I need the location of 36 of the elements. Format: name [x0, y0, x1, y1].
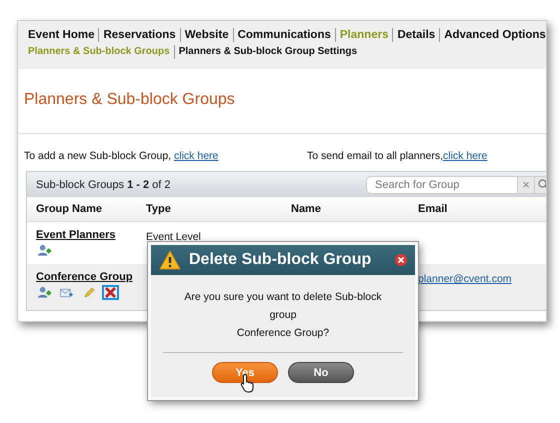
dialog-title: Delete Sub-block Group [189, 251, 372, 269]
nav-link[interactable]: Event Home [28, 28, 98, 42]
instruction-text: To add a new Sub-block Group, click here [24, 150, 220, 162]
column-header: Type [146, 203, 172, 215]
warning-icon [159, 250, 181, 270]
add-user-icon [38, 286, 51, 299]
nav-link[interactable]: Communications [232, 28, 335, 42]
pencil-icon [82, 286, 94, 298]
results-summary: Sub-block Groups 1 - 2 of 2 [36, 178, 171, 190]
click-here-link[interactable]: click here [174, 150, 218, 162]
nav-link[interactable]: Reservations [98, 28, 180, 42]
delete-icon [105, 287, 116, 298]
nav-link[interactable]: Website [180, 28, 233, 42]
click-here-link[interactable]: click here [443, 150, 488, 162]
email-link[interactable]: planner@cvent.com [418, 273, 512, 285]
column-header: Name [291, 203, 322, 215]
column-header: Email [418, 203, 448, 215]
nav-link[interactable]: Advanced Options [439, 28, 546, 42]
search-field[interactable]: Search for Group [366, 176, 518, 194]
subnav-link[interactable]: Planners & Sub-block Group Settings [174, 45, 362, 59]
close-icon[interactable] [395, 254, 407, 266]
group-name-link[interactable]: Event Planners [36, 229, 146, 241]
instruction-text: To send email to all planners,click here [307, 150, 488, 162]
page-title: Planners & Sub-block Groups [24, 91, 236, 109]
action-button[interactable] [36, 243, 53, 258]
dialog-message: Are you sure you want to delete Sub-block group [183, 290, 383, 323]
action-button[interactable] [102, 285, 119, 300]
add-user-icon [38, 244, 51, 257]
action-button[interactable] [36, 285, 53, 300]
dialog-message: Conference Group? [236, 326, 330, 341]
type-cell-text: Event Level [146, 230, 202, 243]
column-header: Group Name [36, 203, 104, 215]
nav-link[interactable]: Details [392, 28, 440, 42]
group-name-link[interactable]: Conference Group [36, 271, 146, 283]
no-button[interactable]: No [288, 362, 354, 383]
envelope-icon [60, 286, 73, 298]
